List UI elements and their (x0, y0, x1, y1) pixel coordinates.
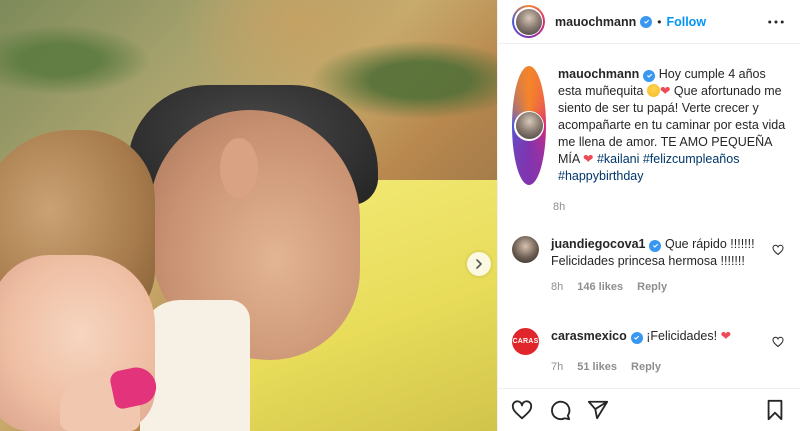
save-button[interactable] (763, 398, 787, 422)
verified-badge-icon (630, 331, 643, 344)
verified-badge-icon (649, 239, 662, 252)
follow-button[interactable]: Follow (666, 15, 706, 29)
hashtag-link[interactable]: #kailani (597, 152, 639, 166)
hashtag-link[interactable]: #felizcumpleaños (643, 152, 740, 166)
comment-time[interactable]: 7h (551, 359, 563, 376)
like-button[interactable] (510, 398, 534, 422)
comment-likes[interactable]: 146 likes (577, 279, 623, 296)
share-button[interactable] (586, 398, 610, 422)
bookmark-icon (767, 399, 783, 421)
separator-dot: • (657, 14, 662, 29)
comment-text: ¡Felicidades! (646, 329, 721, 343)
post-header: mauochmann • Follow (498, 0, 800, 44)
comment-reply-button[interactable]: Reply (637, 279, 667, 296)
caption-author-username[interactable]: mauochmann (558, 67, 639, 81)
photo-pillow (140, 300, 250, 431)
post-photo[interactable] (0, 0, 497, 431)
comment-meta: 7h 51 likes Reply (551, 359, 757, 376)
carousel-next-button[interactable] (467, 252, 491, 276)
post-caption: mauochmann Hoy cumple 4 años esta muñequ… (512, 66, 787, 213)
heart-icon (511, 400, 533, 420)
instagram-post: mauochmann • Follow mauochmann Hoy cumpl… (0, 0, 800, 431)
comment-button[interactable] (548, 398, 572, 422)
heart-emoji-icon: ❤ (720, 329, 732, 343)
heart-emoji-icon: ❤ (583, 152, 594, 166)
author-username[interactable]: mauochmann (555, 15, 636, 29)
commenter-avatar[interactable] (512, 236, 539, 263)
post-side-panel: mauochmann • Follow mauochmann Hoy cumpl… (497, 0, 800, 431)
caption-author-avatar[interactable] (512, 66, 546, 185)
caption-text: mauochmann Hoy cumple 4 años esta muñequ… (558, 66, 787, 185)
heart-icon[interactable] (772, 244, 784, 256)
verified-badge-icon (640, 15, 653, 28)
more-options-icon[interactable] (767, 13, 785, 31)
commenter-avatar[interactable]: CARAS (512, 328, 539, 355)
author-avatar[interactable] (512, 5, 545, 38)
comment-text-block: juandiegocova1 Que rápido !!!!!!! Felici… (551, 236, 757, 270)
heart-emoji-icon: ❤ (659, 84, 671, 98)
comment-text-block: carasmexico ¡Felicidades! ❤ (551, 328, 757, 345)
comment-item: juandiegocova1 Que rápido !!!!!!! Felici… (512, 236, 792, 296)
chevron-right-icon (476, 259, 482, 269)
hashtag-link[interactable]: #happybirthday (558, 169, 643, 183)
post-action-bar (498, 388, 800, 431)
caption-timestamp[interactable]: 8h (553, 201, 787, 213)
smiling-face-emoji-icon (646, 84, 660, 97)
comment-likes[interactable]: 51 likes (577, 359, 617, 376)
verified-badge-icon (643, 69, 656, 82)
comment-item: CARAS carasmexico ¡Felicidades! ❤ 7h 51 … (512, 328, 792, 376)
commenter-username[interactable]: juandiegocova1 (551, 237, 645, 251)
share-icon (587, 400, 609, 420)
commenter-username[interactable]: carasmexico (551, 329, 627, 343)
comment-meta: 8h 146 likes Reply (551, 279, 757, 296)
comment-time[interactable]: 8h (551, 279, 563, 296)
photo-man-ear (220, 138, 258, 198)
comment-icon (551, 400, 571, 421)
heart-icon[interactable] (772, 336, 784, 348)
comment-reply-button[interactable]: Reply (631, 359, 661, 376)
